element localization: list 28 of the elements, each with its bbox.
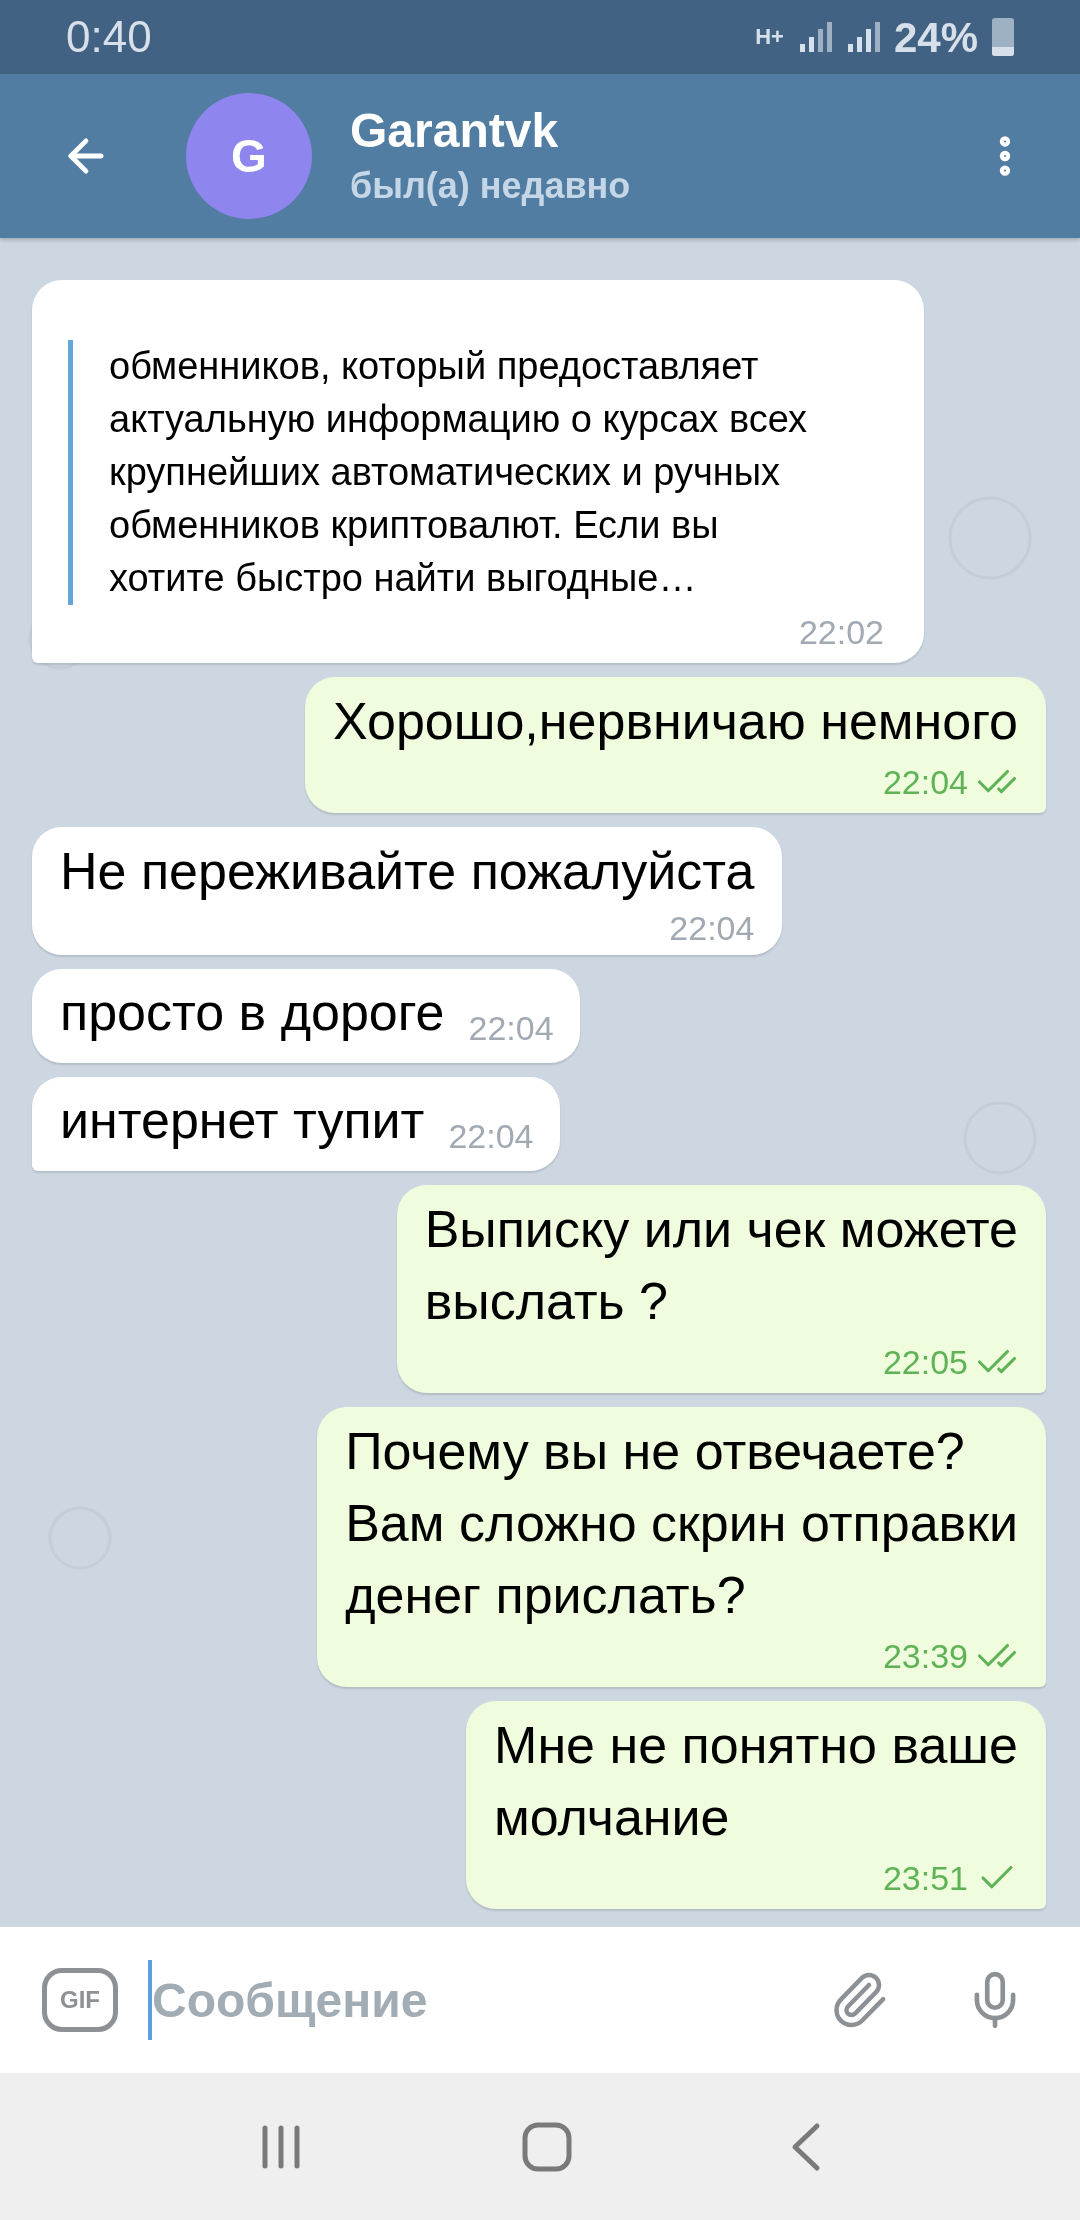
last-seen-status: был(а) недавно — [350, 164, 632, 208]
message-text: Не переживайте пожалуйста — [60, 841, 755, 902]
message-text: Выписку или чек можете выслать ? — [424, 1199, 1018, 1332]
back-icon[interactable] — [790, 2121, 821, 2172]
message-text: Хорошо,нервничаю немного — [332, 691, 1018, 752]
message-time: 22:05 — [882, 1345, 968, 1379]
avatar[interactable]: G — [186, 93, 312, 219]
message-time: 22:02 — [798, 615, 884, 649]
message-text: просто в дороге — [60, 982, 445, 1043]
contact-name: Garantvk — [350, 103, 560, 159]
message-text: Почему вы не отвечаете? Вам сложно скрин отправки денег прислать? — [345, 1421, 1018, 1626]
message-time: 23:39 — [882, 1639, 968, 1673]
network-type-icon: H+ — [755, 26, 784, 48]
battery-percent: 24% — [893, 12, 978, 63]
message-time: 22:04 — [882, 765, 968, 799]
message-text: интернет тупит — [60, 1090, 425, 1151]
home-icon[interactable] — [522, 2121, 572, 2172]
status-time: 0:40 — [66, 11, 152, 63]
message-time: 23:51 — [882, 1861, 968, 1895]
signal-icon — [845, 20, 880, 54]
message-time: 22:04 — [669, 911, 755, 945]
signal-icon — [797, 20, 832, 54]
message-text: Мне не понятно ваше молчание — [494, 1715, 1018, 1848]
link-preview-text: обменников, который предоставляет актуальную информацию о курсах всех крупнейших автоматических и ручных обменников криптовалют. Если вы хотите быстро найти выгодные… — [109, 344, 808, 601]
gif-button[interactable]: GIF — [42, 1968, 118, 2032]
message-time: 22:04 — [448, 1119, 534, 1153]
battery-icon — [992, 18, 1014, 56]
message-time: 22:04 — [468, 1011, 554, 1045]
